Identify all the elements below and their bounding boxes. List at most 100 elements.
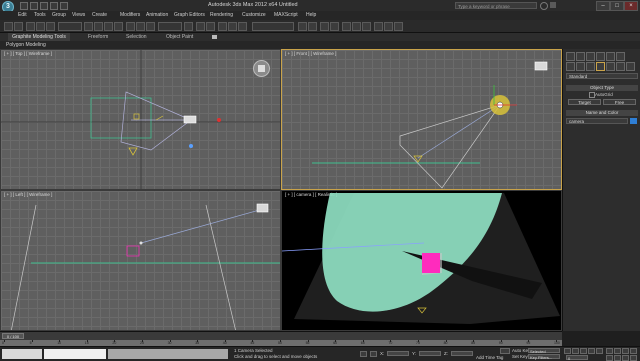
- go-to-start-icon[interactable]: [564, 348, 571, 354]
- selected-dropdown[interactable]: Selected: [528, 348, 560, 354]
- shapes-icon[interactable]: [576, 62, 585, 71]
- menu-group[interactable]: Group: [52, 12, 66, 18]
- systems-icon[interactable]: [626, 62, 635, 71]
- unlink-icon[interactable]: [36, 22, 45, 31]
- spotlight-icon-top[interactable]: [128, 147, 138, 156]
- angle-snap-icon[interactable]: [228, 22, 237, 31]
- undo-icon[interactable]: [50, 2, 58, 10]
- free-camera-button[interactable]: Free: [603, 99, 636, 105]
- select-object-icon[interactable]: [84, 22, 93, 31]
- object-color-swatch[interactable]: [630, 118, 637, 124]
- close-button[interactable]: ×: [624, 1, 638, 11]
- move-icon[interactable]: [126, 22, 135, 31]
- time-slider[interactable]: 0 / 100: [2, 333, 24, 339]
- menu-animation[interactable]: Animation: [146, 12, 168, 18]
- undo-tool-icon[interactable]: [4, 22, 13, 31]
- menu-customize[interactable]: Customize: [242, 12, 266, 18]
- menu-maxscript[interactable]: MAXScript: [274, 12, 298, 18]
- modify-tab-icon[interactable]: [576, 52, 585, 61]
- render-production-icon[interactable]: [394, 22, 403, 31]
- ribbon-options-icon[interactable]: [212, 35, 217, 39]
- render-setup-icon[interactable]: [374, 22, 383, 31]
- viewport-camera[interactable]: [ + ] [ camera ] [ Realistic ]: [281, 190, 562, 331]
- menu-edit[interactable]: Edit: [18, 12, 27, 18]
- graphite-toggle-icon[interactable]: [330, 22, 339, 31]
- tab-graphite-modeling-tools[interactable]: Graphite Modeling Tools: [8, 33, 70, 41]
- camera-icon-front[interactable]: [534, 61, 548, 71]
- hierarchy-tab-icon[interactable]: [586, 52, 595, 61]
- viewport-front[interactable]: [ + ] [ Front ] [ Wireframe ]: [281, 49, 562, 190]
- reference-coordinate-dropdown[interactable]: [158, 22, 182, 31]
- rotate-icon[interactable]: [136, 22, 145, 31]
- menu-graph-editors[interactable]: Graph Editors: [174, 12, 205, 18]
- go-to-end-icon[interactable]: [596, 348, 603, 354]
- helpers-icon[interactable]: [606, 62, 615, 71]
- lights-icon[interactable]: [586, 62, 595, 71]
- zoom-extents-icon[interactable]: [622, 348, 629, 354]
- rendered-frame-window-icon[interactable]: [384, 22, 393, 31]
- viewport-left[interactable]: [ + ] [ Left ] [ Wireframe ]: [0, 190, 281, 331]
- select-by-name-icon[interactable]: [94, 22, 103, 31]
- keyboard-shortcut-override-icon[interactable]: [206, 22, 215, 31]
- set-key-icon[interactable]: [500, 348, 510, 354]
- transform-mode-icon[interactable]: [370, 351, 377, 357]
- motion-tab-icon[interactable]: [596, 52, 605, 61]
- tab-selection[interactable]: Selection: [126, 34, 147, 40]
- x-coordinate-field[interactable]: [387, 351, 409, 356]
- zoom-icon[interactable]: [606, 348, 613, 354]
- camera-icon-top[interactable]: [183, 115, 197, 124]
- selection-lock-icon[interactable]: [360, 351, 367, 357]
- tab-freeform[interactable]: Freeform: [88, 34, 108, 40]
- minimize-button[interactable]: –: [596, 1, 610, 11]
- set-key-label[interactable]: Set Key: [512, 354, 528, 359]
- redo-icon[interactable]: [60, 2, 68, 10]
- rectangular-selection-icon[interactable]: [104, 22, 113, 31]
- maxscript-input-box[interactable]: [44, 349, 106, 359]
- schematic-view-icon[interactable]: [352, 22, 361, 31]
- camera-icon-left[interactable]: [256, 203, 269, 213]
- target-camera-button[interactable]: Target: [568, 99, 601, 105]
- add-time-tag-label[interactable]: Add Time Tag: [476, 355, 503, 360]
- cameras-icon[interactable]: [596, 62, 605, 71]
- object-name-field[interactable]: camera: [566, 118, 628, 124]
- create-tab-icon[interactable]: [566, 52, 575, 61]
- display-tab-icon[interactable]: [606, 52, 615, 61]
- maximize-viewport-icon[interactable]: [630, 348, 637, 354]
- pan-icon[interactable]: [614, 355, 621, 361]
- maxscript-listener-box[interactable]: [2, 349, 42, 359]
- scale-icon[interactable]: [146, 22, 155, 31]
- search-icon[interactable]: [540, 2, 548, 10]
- menu-rendering[interactable]: Rendering: [210, 12, 233, 18]
- previous-frame-icon[interactable]: [572, 348, 579, 354]
- redo-tool-icon[interactable]: [14, 22, 23, 31]
- zoom-all-icon[interactable]: [614, 348, 621, 354]
- geometry-icon[interactable]: [566, 62, 575, 71]
- y-coordinate-field[interactable]: [419, 351, 441, 356]
- menu-create[interactable]: Create: [92, 12, 107, 18]
- snaps-toggle-icon[interactable]: [218, 22, 227, 31]
- percent-snap-icon[interactable]: [238, 22, 247, 31]
- current-frame-field[interactable]: 0: [566, 355, 588, 361]
- bind-space-warp-icon[interactable]: [46, 22, 55, 31]
- help-search-input[interactable]: Type a keyword or phrase: [455, 2, 537, 9]
- category-dropdown[interactable]: Standard: [566, 73, 638, 79]
- next-frame-icon[interactable]: [588, 348, 595, 354]
- new-file-icon[interactable]: [20, 2, 28, 10]
- help-icon[interactable]: [550, 2, 556, 8]
- name-and-color-rollout[interactable]: Name and Color: [566, 110, 638, 116]
- menu-modifiers[interactable]: Modifiers: [120, 12, 140, 18]
- window-crossing-icon[interactable]: [114, 22, 123, 31]
- min-max-toggle-icon[interactable]: [630, 355, 637, 361]
- link-icon[interactable]: [26, 22, 35, 31]
- mirror-icon[interactable]: [298, 22, 307, 31]
- named-selection-sets-dropdown[interactable]: [252, 22, 294, 31]
- viewport-top[interactable]: [ + ] [ Top ] [ Wireframe ]: [0, 49, 281, 190]
- selection-filter-dropdown[interactable]: [58, 22, 82, 31]
- pivot-center-icon[interactable]: [184, 22, 193, 31]
- menu-help[interactable]: Help: [306, 12, 316, 18]
- utilities-tab-icon[interactable]: [616, 52, 625, 61]
- space-warps-icon[interactable]: [616, 62, 625, 71]
- key-filters-button[interactable]: Key Filters...: [528, 354, 560, 360]
- polygon-modeling-label[interactable]: Polygon Modeling: [6, 42, 46, 48]
- object-type-rollout[interactable]: Object Type: [566, 85, 638, 91]
